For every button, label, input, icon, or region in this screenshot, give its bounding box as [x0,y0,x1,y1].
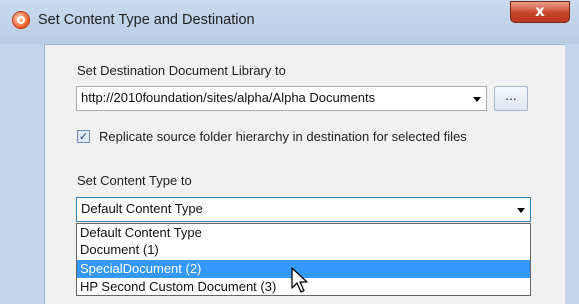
chevron-down-icon[interactable] [473,97,481,102]
content-type-value: Default Content Type [81,201,203,216]
window-title: Set Content Type and Destination [38,12,255,28]
content-type-label: Set Content Type to [77,173,192,188]
close-button[interactable]: x [510,1,570,23]
browse-button[interactable]: ... [494,86,528,111]
option-document[interactable]: Document (1) [77,241,530,259]
replicate-label: Replicate source folder hierarchy in des… [99,129,467,144]
replicate-checkbox[interactable]: ✓ [77,130,90,143]
mouse-pointer-icon [291,267,308,293]
window-frame-left [0,44,44,304]
destination-library-value: http://2010foundation/sites/alpha/Alpha … [81,90,376,105]
destination-label: Set Destination Document Library to [77,63,286,78]
content-type-dropdown[interactable]: Default Content Type [76,197,531,222]
title-bar[interactable]: Set Content Type and Destination x [0,0,579,44]
option-default-content-type[interactable]: Default Content Type [77,224,530,242]
checkmark-icon: ✓ [78,130,89,143]
chevron-down-icon[interactable] [517,208,525,213]
destination-library-dropdown[interactable]: http://2010foundation/sites/alpha/Alpha … [76,86,487,111]
app-logo-icon [12,11,30,29]
window-frame-right [565,44,579,304]
